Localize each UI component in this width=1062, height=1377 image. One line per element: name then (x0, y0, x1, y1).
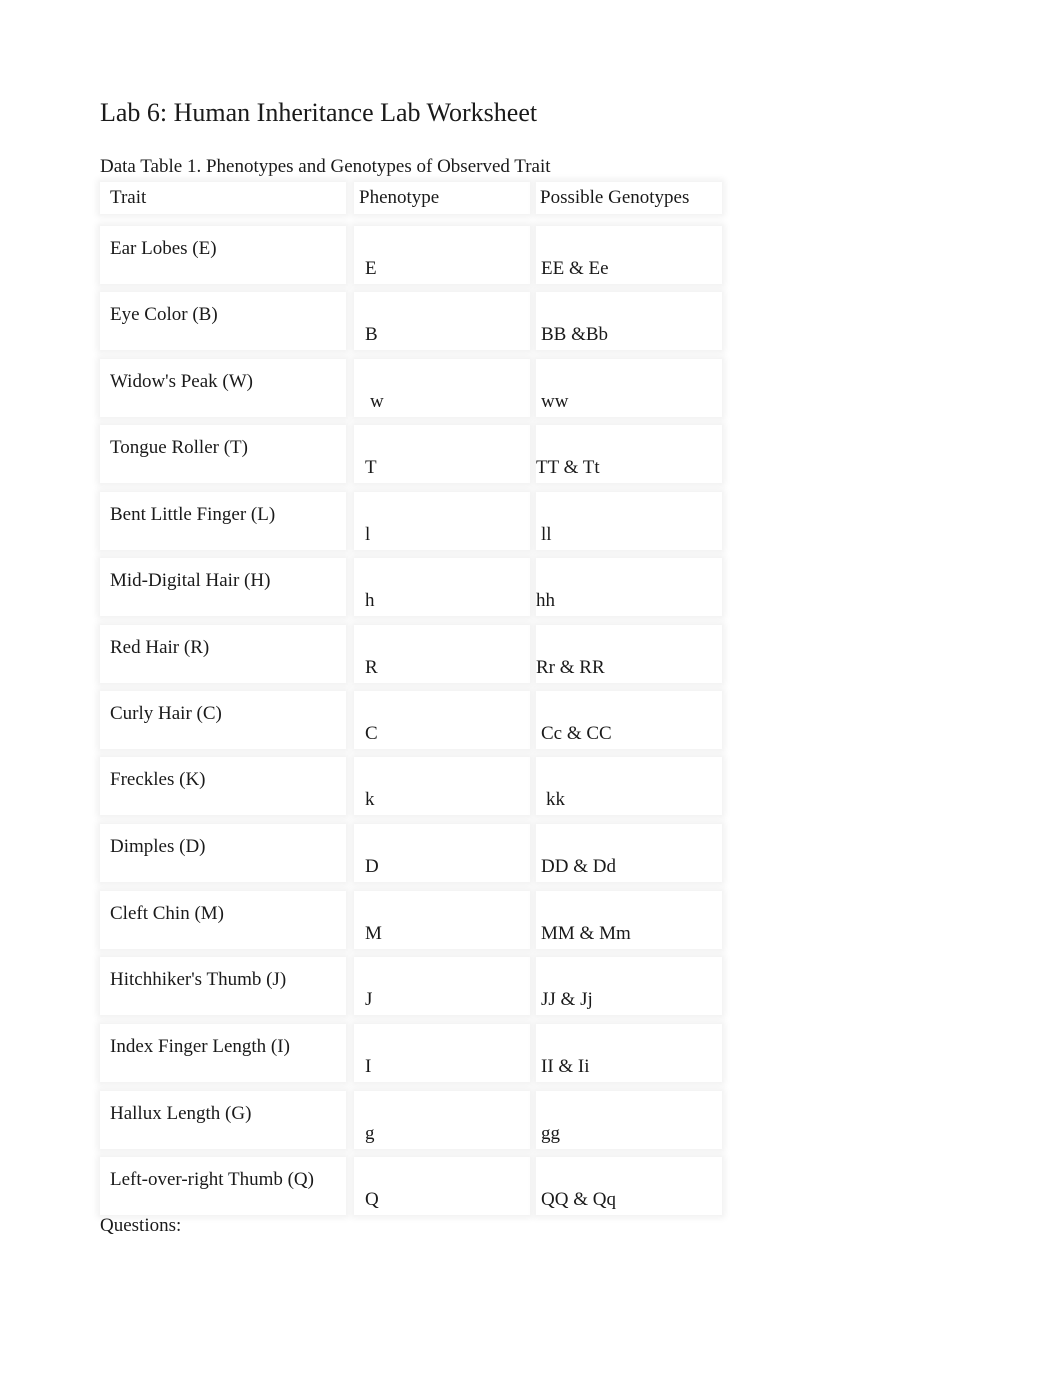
table-header-trait: Trait (110, 187, 147, 208)
table-cell (354, 625, 530, 683)
table-header-genotypes: Possible Genotypes (540, 187, 690, 208)
table-cell (100, 359, 346, 417)
table-cell (100, 292, 346, 350)
table-cell (100, 691, 346, 749)
table-cell (354, 226, 530, 284)
table-header-phenotype: Phenotype (359, 187, 440, 208)
table-cell (354, 1024, 530, 1082)
table-cell (536, 359, 722, 417)
table-cell (536, 492, 722, 550)
table-cell (100, 558, 346, 616)
table-cell (354, 957, 530, 1015)
table-grid (100, 178, 722, 1220)
data-table: Trait Phenotype Possible Genotypes Ear Lobe… (100, 178, 722, 1220)
table-cell (536, 891, 722, 949)
table-cell (354, 1157, 530, 1215)
table-cell (100, 625, 346, 683)
table-cell (354, 1091, 530, 1149)
table-cell (536, 226, 722, 284)
table-cell (100, 226, 346, 284)
table-cell (536, 1157, 722, 1215)
table-cell (354, 292, 530, 350)
table-cell (536, 691, 722, 749)
table-cell (100, 824, 346, 882)
table-cell (536, 425, 722, 483)
table-cell (100, 891, 346, 949)
table-cell (354, 425, 530, 483)
table-cell (100, 1157, 346, 1215)
table-cell (354, 757, 530, 815)
document-title: Lab 6: Human Inheritance Lab Worksheet (100, 98, 538, 127)
table-caption: Data Table 1. Phenotypes and Genotypes o… (100, 156, 551, 177)
questions-label: Questions: (100, 1215, 182, 1236)
table-cell (536, 292, 722, 350)
table-cell (354, 492, 530, 550)
table-cell (354, 891, 530, 949)
table-cell (354, 359, 530, 417)
table-cell (100, 492, 346, 550)
table-cell (100, 1024, 346, 1082)
table-cell (536, 757, 722, 815)
table-cell (100, 957, 346, 1015)
table-cell (354, 691, 530, 749)
table-cell (536, 957, 722, 1015)
table-cell (536, 558, 722, 616)
table-cell (100, 1091, 346, 1149)
table-cell (100, 425, 346, 483)
table-cell (354, 558, 530, 616)
table-cell (354, 824, 530, 882)
table-cell (100, 757, 346, 815)
table-cell (536, 625, 722, 683)
table-cell (536, 1091, 722, 1149)
table-cell (536, 824, 722, 882)
table-cell (536, 1024, 722, 1082)
